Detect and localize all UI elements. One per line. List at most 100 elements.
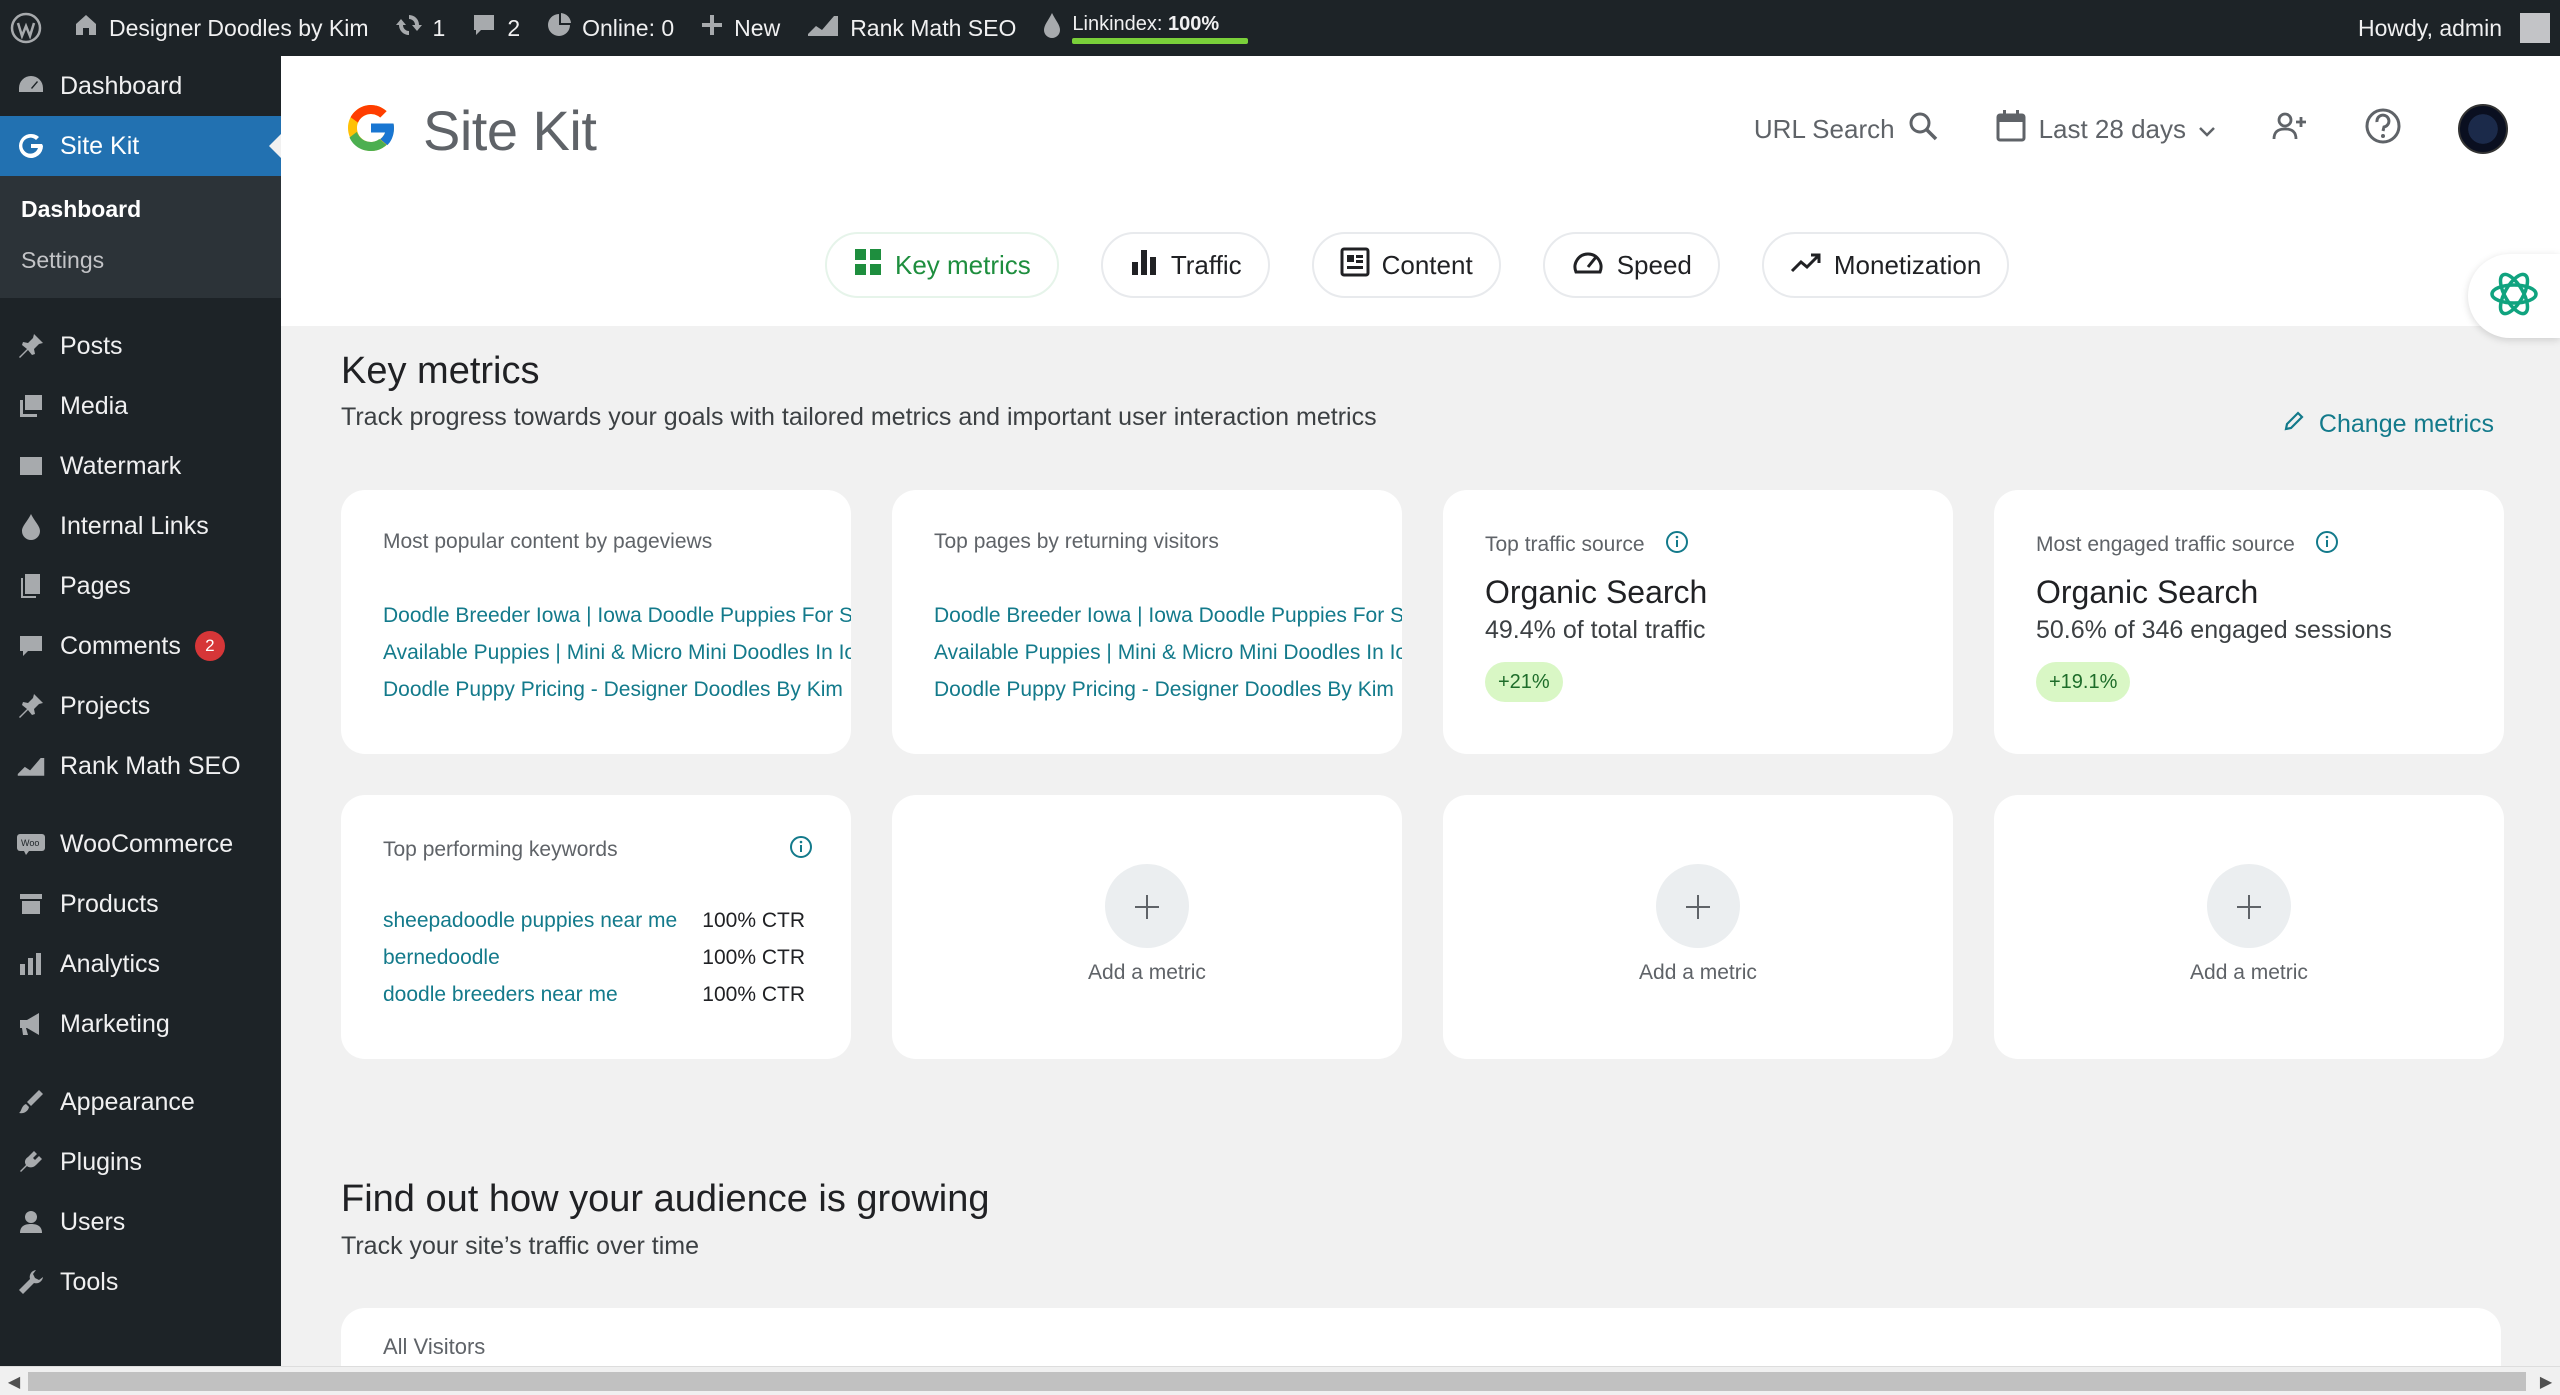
add-metric-label: Add a metric — [2190, 961, 2308, 984]
menu-pages[interactable]: Pages — [0, 556, 281, 616]
info-icon[interactable] — [1665, 530, 1689, 560]
user-avatar — [2520, 13, 2550, 43]
key-metrics-title: Key metrics — [341, 350, 540, 392]
keyword-link[interactable]: sheepadoodle puppies near me — [383, 902, 677, 939]
user-icon — [16, 1207, 46, 1237]
menu-internal-links-label: Internal Links — [60, 511, 209, 540]
brush-icon — [16, 1087, 46, 1117]
returning-visitors-link[interactable]: Doodle Puppy Pricing - Designer Doodles … — [934, 671, 1402, 708]
tab-traffic[interactable]: Traffic — [1100, 232, 1270, 298]
tab-key-metrics[interactable]: Key metrics — [825, 232, 1059, 298]
audience-title: Find out how your audience is growing — [341, 1178, 990, 1220]
popular-content-card: Most popular content by pageviews Doodle… — [341, 490, 851, 754]
date-range-selector[interactable]: Last 28 days — [1995, 109, 2216, 150]
menu-projects-label: Projects — [60, 691, 151, 720]
info-icon[interactable] — [789, 835, 813, 865]
menu-internal-links[interactable]: Internal Links — [0, 496, 281, 556]
horizontal-scrollbar[interactable]: ◀ ▶ — [0, 1366, 2560, 1395]
my-account-link[interactable]: Howdy, admin — [2345, 0, 2560, 56]
tab-monetization[interactable]: Monetization — [1761, 232, 2010, 298]
menu-products-label: Products — [60, 889, 159, 918]
help-button[interactable] — [2364, 107, 2402, 152]
menu-plugins[interactable]: Plugins — [0, 1132, 281, 1192]
google-logo-icon — [341, 98, 401, 163]
menu-analytics[interactable]: Analytics — [0, 934, 281, 994]
menu-posts[interactable]: Posts — [0, 316, 281, 376]
returning-visitors-title: Top pages by returning visitors — [934, 530, 1219, 553]
menu-media-label: Media — [60, 391, 129, 420]
menu-site-kit[interactable]: Site Kit — [0, 116, 281, 176]
menu-woocommerce[interactable]: Woo WooCommerce — [0, 814, 281, 874]
change-badge: +21% — [1485, 662, 1563, 702]
menu-comments-label: Comments — [60, 631, 181, 660]
grid-icon — [853, 247, 883, 284]
menu-tools[interactable]: Tools — [0, 1252, 281, 1312]
menu-marketing[interactable]: Marketing — [0, 994, 281, 1054]
tab-content-label: Content — [1381, 249, 1473, 280]
submenu-dashboard[interactable]: Dashboard — [0, 184, 281, 235]
scrollbar-thumb[interactable] — [28, 1372, 2526, 1391]
menu-products[interactable]: Products — [0, 874, 281, 934]
popular-content-link[interactable]: Doodle Puppy Pricing - Designer Doodles … — [383, 671, 851, 708]
updates-link[interactable]: 1 — [382, 0, 459, 56]
svg-text:Woo: Woo — [21, 838, 39, 848]
menu-analytics-label: Analytics — [60, 949, 161, 978]
wrench-icon — [16, 1267, 46, 1297]
rank-math-icon — [806, 12, 840, 44]
online-link[interactable]: Online: 0 — [533, 0, 687, 56]
change-metrics-link[interactable]: Change metrics — [2283, 410, 2494, 439]
keyword-link[interactable]: doodle breeders near me — [383, 976, 618, 1013]
ai-assistant-button[interactable] — [2468, 254, 2560, 338]
add-metric-label: Add a metric — [1088, 961, 1206, 984]
linkindex-value: 100% — [1168, 12, 1220, 35]
account-avatar[interactable] — [2458, 104, 2508, 154]
site-kit-logo[interactable]: Site Kit — [341, 98, 597, 163]
home-icon — [73, 12, 99, 44]
comments-link[interactable]: 2 — [458, 0, 533, 56]
scroll-left-arrow-icon[interactable]: ◀ — [0, 1367, 28, 1395]
tab-monetization-label: Monetization — [1833, 249, 1982, 280]
comments-badge: 2 — [194, 631, 225, 661]
menu-marketing-label: Marketing — [60, 1009, 170, 1038]
menu-rank-math[interactable]: Rank Math SEO — [0, 736, 281, 796]
linkindex-link[interactable]: Linkindex: 100% — [1029, 0, 1261, 56]
new-content-link[interactable]: New — [687, 0, 793, 56]
menu-projects[interactable]: Projects — [0, 676, 281, 736]
returning-visitors-link[interactable]: Doodle Breeder Iowa | Iowa Doodle Puppie… — [934, 597, 1402, 634]
keyword-link[interactable]: bernedoodle — [383, 939, 500, 976]
menu-media[interactable]: Media — [0, 376, 281, 436]
google-g-icon — [16, 131, 46, 161]
rank-math-link[interactable]: Rank Math SEO — [793, 0, 1029, 56]
site-name-link[interactable]: Designer Doodles by Kim — [60, 0, 382, 56]
menu-watermark-label: Watermark — [60, 451, 182, 480]
info-icon[interactable] — [2315, 530, 2339, 560]
add-user-button[interactable] — [2272, 111, 2308, 148]
add-metric-button[interactable] — [2207, 864, 2291, 948]
menu-site-kit-label: Site Kit — [60, 131, 140, 160]
audience-description: Track your site’s traffic over time — [341, 1232, 699, 1260]
menu-comments[interactable]: Comments 2 — [0, 616, 281, 676]
online-count: Online: 0 — [582, 14, 675, 41]
url-search-button[interactable]: URL Search — [1754, 110, 1939, 149]
popular-content-link[interactable]: Doodle Breeder Iowa | Iowa Doodle Puppie… — [383, 597, 851, 634]
site-kit-submenu: Dashboard Settings — [0, 176, 281, 298]
speedometer-icon — [1571, 247, 1605, 284]
engaged-traffic-source-card: Most engaged traffic source Organic Sear… — [1994, 490, 2504, 754]
add-metric-button[interactable] — [1105, 864, 1189, 948]
scroll-right-arrow-icon[interactable]: ▶ — [2532, 1367, 2560, 1395]
popular-content-link[interactable]: Available Puppies | Mini & Micro Mini Do… — [383, 634, 851, 671]
submenu-settings[interactable]: Settings — [0, 235, 281, 286]
add-metric-button[interactable] — [1656, 864, 1740, 948]
tab-speed[interactable]: Speed — [1542, 232, 1720, 298]
wordpress-logo-icon[interactable] — [0, 0, 60, 56]
menu-dashboard[interactable]: Dashboard — [0, 56, 281, 116]
menu-users[interactable]: Users — [0, 1192, 281, 1252]
key-metrics-description: Track progress towards your goals with t… — [341, 403, 1377, 431]
keyword-row: doodle breeders near me 100% CTR — [383, 976, 805, 1013]
menu-watermark[interactable]: Watermark — [0, 436, 281, 496]
traffic-source-detail: 49.4% of total traffic — [1485, 616, 1706, 644]
linkindex-label: Linkindex: — [1072, 12, 1163, 35]
tab-content[interactable]: Content — [1311, 232, 1501, 298]
returning-visitors-link[interactable]: Available Puppies | Mini & Micro Mini Do… — [934, 634, 1402, 671]
menu-appearance[interactable]: Appearance — [0, 1072, 281, 1132]
